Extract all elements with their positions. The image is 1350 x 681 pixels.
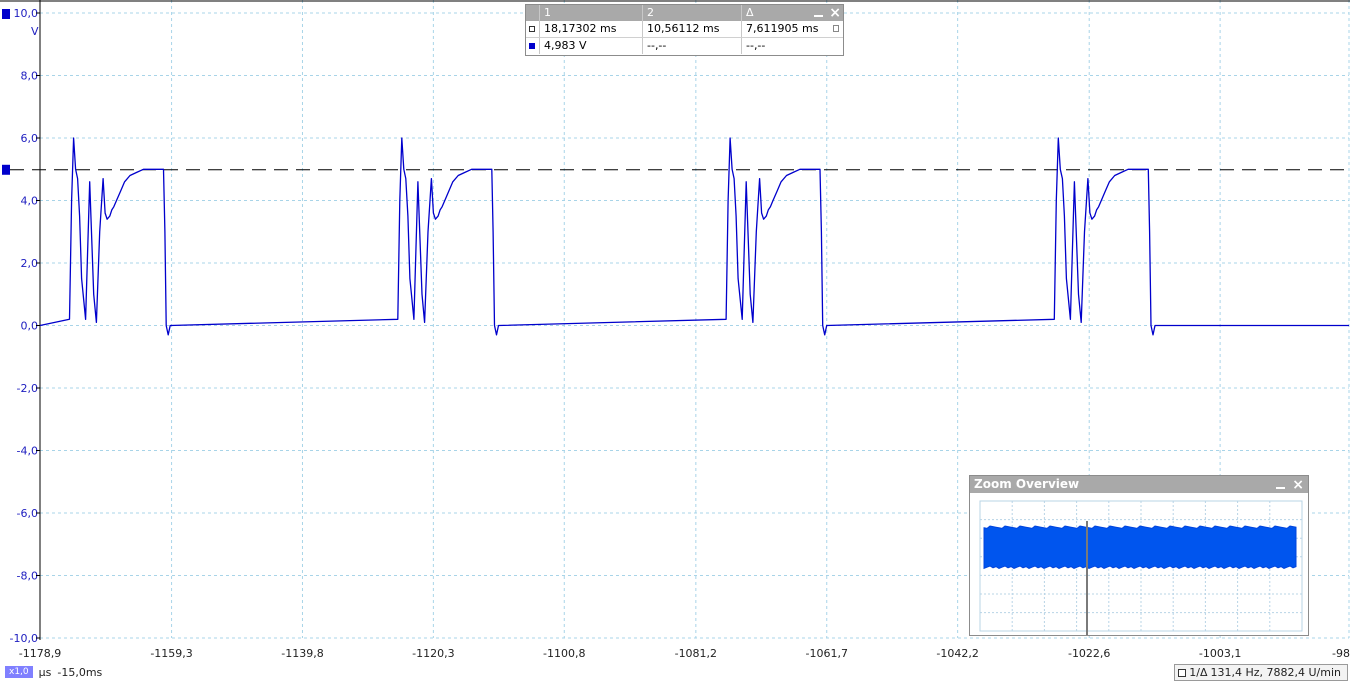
lock-icon[interactable] [833,25,839,32]
y-tick-label: 0,0 [21,320,39,333]
cursor-mode-icon [1178,668,1187,677]
y-tick-label: 10,0 [14,7,39,20]
frequency-readout[interactable]: 1/Δ 131,4 Hz, 7882,4 U/min [1174,664,1348,681]
zoom-overview-titlebar[interactable]: Zoom Overview × [970,476,1308,493]
zoom-overview-signal [983,525,1297,570]
cursor-1-header: 1 [540,5,643,21]
x-tick-label: -1061,7 [806,647,848,660]
zoom-position-marker[interactable] [1086,521,1088,645]
cursor-1-voltage: 4,983 V [540,38,643,54]
x-tick-label: -1100,8 [543,647,585,660]
x-tick-label: -1178,9 [19,647,61,660]
cursor-delta-time: 7,611905 ms [746,22,819,35]
y-unit-label: V [31,25,39,38]
close-icon[interactable]: × [829,6,841,20]
x-tick-label: -1003,1 [1199,647,1241,660]
status-left: x1,0 µs -15,0ms [5,665,102,679]
y-tick-label: 8,0 [21,70,39,83]
y-tick-label: -8,0 [17,570,38,583]
frequency-value: 131,4 Hz, 7882,4 U/min [1210,666,1341,679]
x-tick-label: -1159,3 [150,647,192,660]
y-tick-label: 2,0 [21,257,39,270]
zoom-overview-plot[interactable] [970,493,1308,645]
minimize-icon[interactable] [1276,486,1286,489]
time-unit-label: µs [38,665,52,679]
y-tick-label: -10,0 [10,632,38,645]
zoom-overview-title: Zoom Overview [974,477,1080,491]
channel-range-marker-icon[interactable] [2,9,10,19]
y-tick-label: 4,0 [21,195,39,208]
reference-level-marker-icon[interactable] [2,164,10,175]
cursor-1-time: 18,17302 ms [540,21,643,37]
cursor-time-row: 18,17302 ms 10,56112 ms 7,611905 ms [526,21,843,37]
cursor-delta-voltage: --,-- [746,39,766,52]
scale-badge[interactable]: x1,0 [5,666,33,678]
y-tick-label: -6,0 [17,507,38,520]
cursor-mode-label: 1/Δ [1189,666,1208,679]
close-icon[interactable]: × [1292,478,1304,492]
x-tick-label: -1022,6 [1068,647,1110,660]
zoom-overview-window[interactable]: Zoom Overview × [969,475,1309,645]
channel-a-icon [529,43,535,49]
x-tick-label: -1042,2 [936,647,978,660]
y-tick-label: -4,0 [17,445,38,458]
y-tick-label: 6,0 [21,132,39,145]
cursor-table-header: 1 2 Δ [526,5,843,21]
x-tick-label: -1081,2 [675,647,717,660]
cursor-measurement-table[interactable]: 1 2 Δ × 18,17302 ms 10,56112 ms 7,611905… [525,4,844,56]
cursor-2-voltage: --,-- [643,38,742,54]
cursor-voltage-row: 4,983 V --,-- --,-- [526,37,843,54]
time-offset-label: -15,0ms [57,665,103,679]
cursor-2-header: 2 [643,5,742,21]
minimize-icon[interactable] [814,15,824,17]
y-tick-label: -2,0 [17,382,38,395]
cursor-2-time: 10,56112 ms [643,21,742,37]
time-cursor-icon [529,26,535,32]
x-tick-label: -1139,8 [281,647,323,660]
x-tick-label: -1120,3 [412,647,454,660]
x-tick-label: -98 [1332,647,1350,660]
